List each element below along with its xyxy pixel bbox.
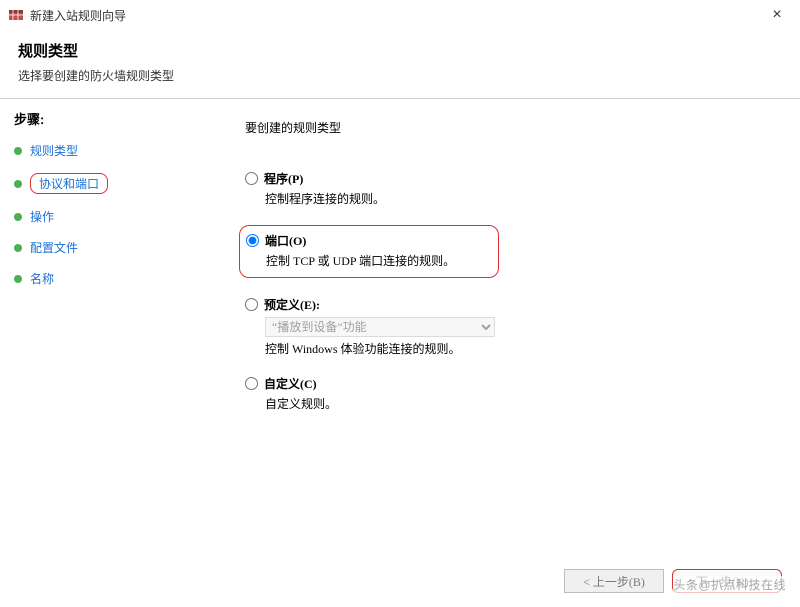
step-name[interactable]: 名称 bbox=[14, 270, 195, 287]
bullet-icon bbox=[14, 213, 22, 221]
option-label: 预定义(E): bbox=[264, 296, 320, 313]
option-label: 端口(O) bbox=[265, 232, 306, 249]
step-link[interactable]: 配置文件 bbox=[30, 239, 78, 256]
rule-type-question: 要创建的规则类型 bbox=[245, 119, 770, 136]
radio-program[interactable] bbox=[245, 172, 258, 185]
radio-port[interactable] bbox=[246, 234, 259, 247]
step-protocol-port[interactable]: 协议和端口 bbox=[14, 173, 195, 194]
bullet-icon bbox=[14, 180, 22, 188]
option-desc: 自定义规则。 bbox=[265, 395, 770, 412]
step-link[interactable]: 操作 bbox=[30, 208, 54, 225]
main-panel: 要创建的规则类型 程序(P) 控制程序连接的规则。 端口(O) 控制 TCP 或… bbox=[195, 99, 800, 569]
option-desc: 控制 Windows 体验功能连接的规则。 bbox=[265, 340, 770, 357]
bullet-icon bbox=[14, 275, 22, 283]
radio-custom[interactable] bbox=[245, 377, 258, 390]
steps-sidebar: 步骤: 规则类型 协议和端口 操作 配置文件 名称 bbox=[0, 99, 195, 569]
radio-predefined[interactable] bbox=[245, 298, 258, 311]
step-rule-type[interactable]: 规则类型 bbox=[14, 142, 195, 159]
titlebar: 新建入站规则向导 × bbox=[0, 0, 800, 30]
option-port[interactable]: 端口(O) 控制 TCP 或 UDP 端口连接的规则。 bbox=[239, 225, 499, 278]
next-button[interactable]: 下一步(N) > bbox=[672, 569, 782, 593]
step-link[interactable]: 名称 bbox=[30, 270, 54, 287]
option-label: 自定义(C) bbox=[264, 375, 317, 392]
step-profile[interactable]: 配置文件 bbox=[14, 239, 195, 256]
close-icon[interactable]: × bbox=[762, 6, 792, 24]
option-label: 程序(P) bbox=[264, 170, 303, 187]
option-predefined[interactable]: 预定义(E): “播放到设备”功能 控制 Windows 体验功能连接的规则。 bbox=[245, 296, 770, 357]
window-title: 新建入站规则向导 bbox=[30, 7, 126, 24]
option-desc: 控制程序连接的规则。 bbox=[265, 190, 770, 207]
page-subtitle: 选择要创建的防火墙规则类型 bbox=[18, 67, 782, 84]
wizard-header: 规则类型 选择要创建的防火墙规则类型 bbox=[0, 30, 800, 98]
bullet-icon bbox=[14, 147, 22, 155]
firewall-icon bbox=[8, 7, 24, 23]
step-link[interactable]: 规则类型 bbox=[30, 142, 78, 159]
back-button: < 上一步(B) bbox=[564, 569, 664, 593]
step-link[interactable]: 协议和端口 bbox=[30, 173, 108, 194]
wizard-footer: < 上一步(B) 下一步(N) > bbox=[564, 569, 782, 593]
step-action[interactable]: 操作 bbox=[14, 208, 195, 225]
option-program[interactable]: 程序(P) 控制程序连接的规则。 bbox=[245, 170, 770, 207]
bullet-icon bbox=[14, 244, 22, 252]
option-desc: 控制 TCP 或 UDP 端口连接的规则。 bbox=[266, 252, 488, 269]
page-title: 规则类型 bbox=[18, 40, 782, 61]
steps-heading: 步骤: bbox=[14, 109, 195, 128]
predefined-select: “播放到设备”功能 bbox=[265, 317, 495, 337]
option-custom[interactable]: 自定义(C) 自定义规则。 bbox=[245, 375, 770, 412]
